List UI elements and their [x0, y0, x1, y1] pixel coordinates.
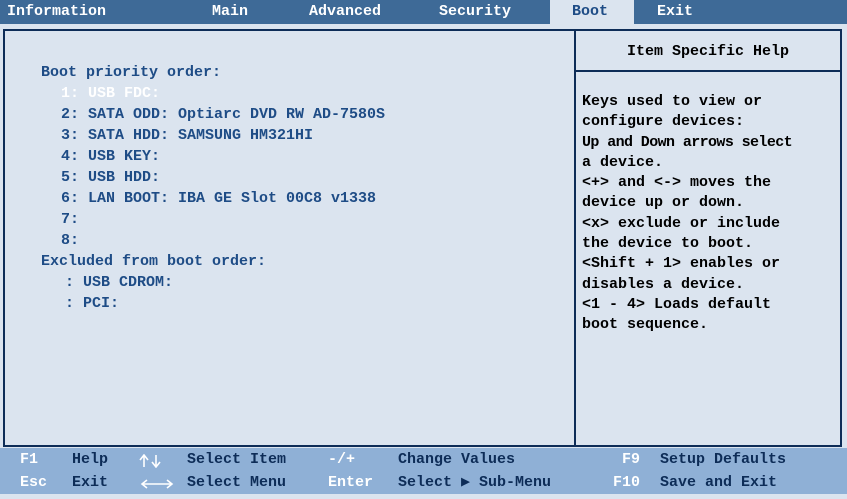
help-line: <x> exclude or include	[582, 214, 781, 232]
footer-row-1: F1 Help Select Item -/+ Change Values F9…	[0, 448, 847, 471]
help-panel-body: Keys used to view or configure devices: …	[582, 92, 844, 336]
help-line: <+> and <-> moves the	[582, 174, 772, 192]
boot-item-8[interactable]: 8:	[41, 230, 385, 251]
excluded-item-pci[interactable]: : PCI:	[41, 293, 385, 314]
help-line: <Shift + 1> enables or	[582, 255, 781, 273]
save-and-exit-label: Save and Exit	[660, 474, 778, 491]
help-line: configure devices:	[582, 113, 745, 131]
f9-key: F9	[622, 451, 641, 468]
up-down-arrows-icon	[138, 453, 174, 469]
menu-bar: Information Main Advanced Security Boot …	[0, 0, 847, 24]
boot-item-2[interactable]: 2: SATA ODD: Optiarc DVD RW AD-7580S	[41, 104, 385, 125]
tab-information[interactable]: Information	[5, 0, 112, 24]
tab-security[interactable]: Security	[433, 0, 517, 24]
select-submenu-label: Select ▶ Sub-Menu	[398, 474, 552, 491]
left-right-arrows-icon	[138, 476, 178, 490]
help-line: Up and Down arrows select	[582, 133, 793, 151]
help-line: Keys used to view or	[582, 93, 763, 110]
f1-key: F1	[20, 451, 39, 468]
boot-item-3[interactable]: 3: SATA HDD: SAMSUNG HM321HI	[41, 125, 385, 146]
boot-item-4[interactable]: 4: USB KEY:	[41, 146, 385, 167]
select-item-label: Select Item	[187, 451, 287, 468]
panel-divider	[574, 31, 576, 445]
boot-item-7[interactable]: 7:	[41, 209, 385, 230]
help-line: disables a device.	[582, 275, 745, 293]
excluded-header: Excluded from boot order:	[41, 253, 267, 270]
key-legend-footer: F1 Help Select Item -/+ Change Values F9…	[0, 448, 847, 494]
boot-order-list: Boot priority order: 1: USB FDC: 2: SATA…	[41, 62, 385, 314]
help-line: a device.	[582, 153, 664, 171]
f10-key: F10	[613, 474, 641, 491]
boot-priority-header: Boot priority order:	[41, 64, 222, 81]
boot-item-5[interactable]: 5: USB HDD:	[41, 167, 385, 188]
tab-exit[interactable]: Exit	[651, 0, 699, 24]
esc-key: Esc	[20, 474, 48, 491]
select-menu-label: Select Menu	[187, 474, 287, 491]
boot-settings-frame: Boot priority order: 1: USB FDC: 2: SATA…	[3, 29, 842, 447]
enter-key: Enter	[328, 474, 374, 491]
exit-label: Exit	[72, 474, 109, 491]
minus-plus-key: -/+	[328, 451, 356, 468]
boot-item-1[interactable]: 1: USB FDC:	[41, 83, 385, 104]
help-line: boot sequence.	[582, 316, 709, 334]
footer-row-2: Esc Exit Select Menu Enter Select ▶ Sub-…	[0, 471, 847, 494]
excluded-item-usb-cdrom[interactable]: : USB CDROM:	[41, 272, 385, 293]
tab-advanced[interactable]: Advanced	[303, 0, 387, 24]
tab-main[interactable]: Main	[206, 0, 254, 24]
change-values-label: Change Values	[398, 451, 516, 468]
tab-boot[interactable]: Boot	[550, 0, 634, 24]
help-line: device up or down.	[582, 194, 745, 212]
help-line: the device to boot.	[582, 235, 754, 253]
help-line: <1 - 4> Loads default	[582, 295, 772, 313]
help-panel-title: Item Specific Help	[626, 43, 790, 60]
help-title-separator	[576, 70, 840, 72]
f1-help-label: Help	[72, 451, 109, 468]
boot-item-6[interactable]: 6: LAN BOOT: IBA GE Slot 00C8 v1338	[41, 188, 385, 209]
setup-defaults-label: Setup Defaults	[660, 451, 787, 468]
